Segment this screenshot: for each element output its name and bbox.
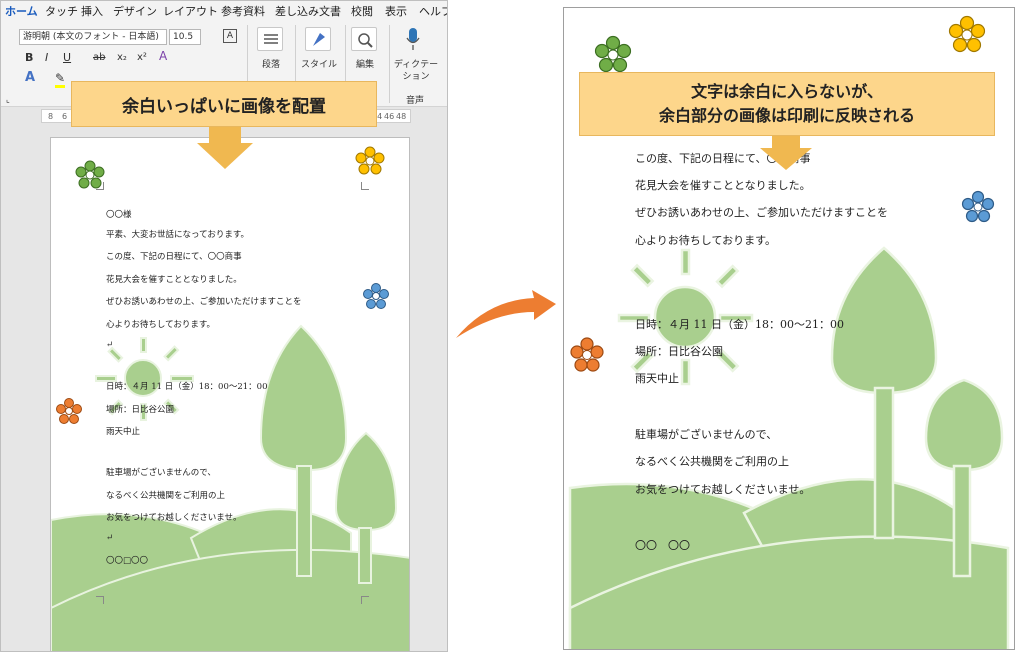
text-effect-icon[interactable]: A (25, 71, 35, 85)
edit-label[interactable]: 編集 (347, 57, 383, 70)
down-arrow-icon (197, 127, 253, 169)
callout-left: 余白いっぱいに画像を配置 (71, 81, 377, 127)
style-icon[interactable] (305, 27, 331, 51)
word-window: ホーム タッチ 挿入 デザイン レイアウト 参考資料 差し込み文書 校閲 表示 … (0, 0, 448, 652)
addressee: 〇〇様 (106, 210, 132, 220)
superscript-button[interactable]: x² (137, 51, 147, 65)
rain-note: 雨天中止 (106, 427, 141, 437)
ruler-tick: 8 (48, 112, 54, 121)
letter-line: ぜひお誘いあわせの上、ご参加いただけますことを (635, 206, 888, 219)
flower-yellow-icon (948, 15, 986, 53)
margin-mark (96, 182, 104, 190)
italic-button[interactable]: I (45, 51, 48, 65)
comparison-figure: ホーム タッチ 挿入 デザイン レイアウト 参考資料 差し込み文書 校閲 表示 … (0, 0, 1024, 652)
font-name-box[interactable]: 游明朝 (本文のフォント - 日本語) (19, 29, 167, 45)
letter-line: 花見大会を催すこととなりました。 (106, 275, 242, 285)
parking-line: 駐車場がございませんので、 (635, 428, 778, 441)
tab-touch[interactable]: タッチ (45, 3, 78, 19)
down-arrow-icon (760, 136, 812, 170)
margin-mark (361, 182, 369, 190)
clear-format-icon[interactable]: A (159, 49, 167, 63)
paragraph-mark: ↵ (106, 340, 114, 350)
tab-insert[interactable]: 挿入 (81, 3, 103, 19)
parking-line: お気をつけてお越しくださいませ。 (635, 483, 811, 496)
flower-orange-icon (56, 398, 82, 424)
parking-line: 駐車場がございませんので、 (106, 468, 216, 478)
paragraph-icon[interactable] (257, 27, 283, 51)
dictation-label-2[interactable]: ション (391, 69, 441, 82)
flower-blue-icon (961, 190, 995, 223)
microphone-icon[interactable] (405, 27, 421, 53)
ruler-tick: 48 (396, 112, 407, 121)
transition-arrow-icon (456, 290, 556, 338)
ruler-tick: 46 (384, 112, 395, 121)
tab-layout[interactable]: レイアウト (163, 3, 218, 19)
letter-line: 心よりお待ちしております。 (635, 234, 777, 247)
letter-line: この度、下記の日程にて、〇〇商事 (106, 252, 242, 262)
signature: 〇〇□〇〇 (106, 556, 149, 566)
callout-right-line-2: 余白部分の画像は印刷に反映される (658, 106, 915, 125)
paragraph-mark: ↵ (106, 533, 114, 543)
callout-right-line-1: 文字は余白に入らないが、 (691, 82, 883, 101)
rain-note: 雨天中止 (635, 372, 679, 385)
highlight-icon[interactable]: ✎ (55, 71, 66, 88)
underline-button[interactable]: U (63, 51, 71, 65)
letter-line: ぜひお誘いあわせの上、ご参加いただけますことを (106, 297, 302, 307)
ribbon-tabs: ホーム タッチ 挿入 デザイン レイアウト 参考資料 差し込み文書 校閲 表示 … (1, 1, 447, 22)
subscript-button[interactable]: x₂ (117, 51, 127, 65)
ribbon-separator (389, 25, 390, 103)
flower-yellow-icon (355, 146, 385, 175)
letter-line: 平素、大変お世話になっております。 (106, 230, 249, 240)
dialog-launcher-icon[interactable]: ⌞ (3, 95, 13, 104)
tab-review[interactable]: 校閲 (351, 3, 373, 19)
voice-group-label: 音声 (405, 96, 424, 106)
event-place: 場所：日比谷公園 (106, 405, 175, 415)
event-date: 日時：４月 11 日（金）18：00～21：00 (106, 382, 268, 392)
letter-line: 心よりお待ちしております。 (106, 320, 215, 330)
signature: 〇〇 〇〇 (635, 539, 690, 552)
tab-help[interactable]: ヘルプ (419, 3, 447, 19)
document-page[interactable]: 〇〇様 平素、大変お世話になっております。 この度、下記の日程にて、〇〇商事 花… (50, 137, 410, 651)
letter-line: 花見大会を催すこととなりました。 (635, 179, 811, 192)
parking-line: お気をつけてお越しくださいませ。 (106, 513, 242, 523)
paragraph-label[interactable]: 段落 (253, 57, 289, 70)
flower-green-icon (594, 35, 632, 73)
tab-view[interactable]: 表示 (385, 3, 407, 19)
flower-blue-icon (363, 283, 389, 309)
event-place: 場所：日比谷公園 (635, 345, 723, 358)
flower-orange-icon (570, 337, 604, 372)
font-size-box[interactable]: 10.5 (169, 29, 201, 45)
margin-mark (361, 596, 369, 604)
ruler-tick: 6 (62, 112, 68, 121)
char-border-button[interactable]: A (223, 29, 237, 43)
strikethrough-button[interactable]: ab (93, 51, 105, 65)
event-date: 日時：４月 11 日（金）18：00～21：00 (635, 318, 844, 331)
margin-mark (96, 596, 104, 604)
background-illustration (51, 324, 409, 651)
search-icon[interactable] (351, 27, 377, 51)
tab-references[interactable]: 参考資料 (221, 3, 265, 19)
bold-button[interactable]: B (25, 51, 33, 65)
callout-right: 文字は余白に入らないが、 余白部分の画像は印刷に反映される (579, 72, 995, 136)
tab-design[interactable]: デザイン (113, 3, 157, 19)
parking-line: なるべく公共機関をご利用の上 (635, 455, 789, 468)
parking-line: なるべく公共機関をご利用の上 (106, 491, 226, 501)
tab-mailings[interactable]: 差し込み文書 (275, 3, 341, 19)
style-label[interactable]: スタイル (299, 57, 339, 70)
